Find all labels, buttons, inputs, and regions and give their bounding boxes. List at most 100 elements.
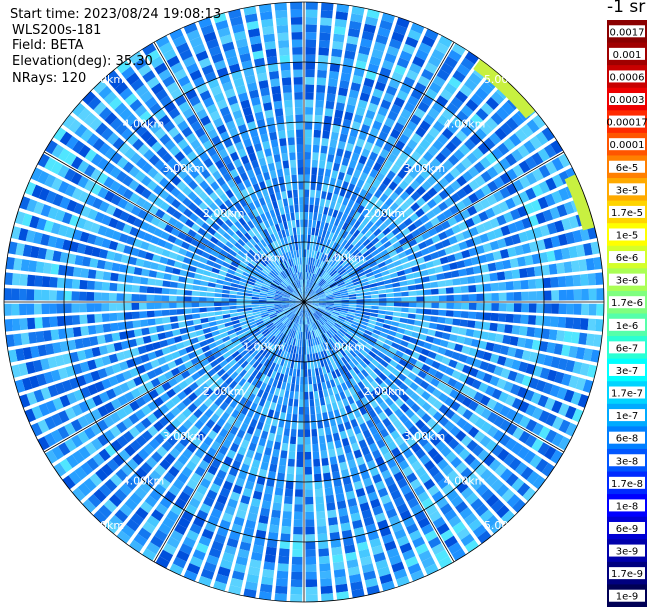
ppi-cell xyxy=(551,290,559,301)
ppi-cell xyxy=(304,331,306,340)
ppi-cell xyxy=(146,294,155,302)
ppi-cell xyxy=(519,268,528,278)
ppi-cell xyxy=(281,69,291,79)
ppi-cell xyxy=(453,310,462,318)
ppi-cell xyxy=(263,33,275,43)
ppi-cell xyxy=(305,99,314,108)
ppi-cell xyxy=(72,326,82,337)
ppi-cell xyxy=(305,474,313,482)
ppi-cell xyxy=(169,309,178,316)
ppi-cell xyxy=(399,317,408,324)
ppi-cell xyxy=(131,311,140,320)
ppi-cell xyxy=(543,290,552,301)
ppi-cell xyxy=(296,369,301,377)
ppi-cell xyxy=(316,220,321,229)
ppi-cell xyxy=(315,190,321,199)
ppi-cell xyxy=(259,11,273,21)
ppi-cell xyxy=(548,329,558,341)
ppi-cell xyxy=(548,263,558,275)
ppi-cell xyxy=(4,272,13,285)
ppi-cell xyxy=(280,450,288,459)
ppi-cell xyxy=(206,292,215,297)
ppi-cell xyxy=(339,461,348,471)
ppi-cell xyxy=(436,323,445,331)
ppi-cell xyxy=(305,47,316,55)
ppi-cell xyxy=(199,286,208,292)
ppi-cell xyxy=(398,322,407,329)
ppi-cell xyxy=(333,26,346,36)
ppi-cell xyxy=(300,219,304,228)
ppi-cell xyxy=(86,291,95,301)
ppi-cell xyxy=(301,339,304,347)
ppi-cell xyxy=(305,122,313,130)
ppi-cell xyxy=(498,282,507,291)
ppi-cell xyxy=(305,9,318,18)
ppi-cell xyxy=(56,290,65,301)
ppi-cell xyxy=(460,285,469,293)
ppi-cell xyxy=(317,540,329,550)
ppi-cell xyxy=(64,315,73,326)
ppi-cell xyxy=(236,295,245,299)
ppi-cell xyxy=(314,488,324,497)
ppi-cell xyxy=(336,148,344,157)
ppi-cell xyxy=(291,564,303,572)
ppi-cell xyxy=(293,77,303,85)
ppi-cell xyxy=(314,481,323,490)
ppi-cell xyxy=(320,578,333,587)
ppi-cell xyxy=(304,444,311,452)
ppi-cell xyxy=(72,267,82,278)
colorbar-label: 3e-9 xyxy=(616,547,639,558)
ppi-cell xyxy=(192,285,201,291)
ppi-cell xyxy=(294,242,299,251)
ppi-cell xyxy=(284,205,290,214)
ppi-cell xyxy=(80,326,89,336)
ppi-cell xyxy=(163,273,172,281)
ppi-cell xyxy=(11,273,21,286)
ppi-cell xyxy=(333,303,342,306)
ppi-cell xyxy=(110,272,119,282)
ppi-cell xyxy=(504,270,513,280)
ppi-cell xyxy=(278,47,290,56)
ppi-cell xyxy=(405,273,414,280)
ppi-cell xyxy=(124,293,132,301)
ppi-cell xyxy=(337,423,345,433)
ppi-cell xyxy=(292,368,297,377)
ppi-cell xyxy=(423,302,432,308)
ppi-cell xyxy=(337,171,345,181)
ppi-cell xyxy=(487,332,497,342)
ppi-cell xyxy=(491,292,499,301)
ppi-cell xyxy=(271,509,281,519)
ppi-cell xyxy=(280,145,288,154)
ppi-cell xyxy=(307,234,311,243)
ppi-cell xyxy=(266,439,274,449)
ppi-cell xyxy=(290,360,295,369)
ppi-cell xyxy=(406,319,416,325)
ppi-cell xyxy=(102,323,112,333)
ppi-cell xyxy=(581,288,589,301)
colorbar-label: 6e-6 xyxy=(616,253,639,264)
ppi-cell xyxy=(222,310,230,315)
ppi-cell xyxy=(273,100,283,110)
ppi-cell xyxy=(362,288,371,293)
ppi-cell xyxy=(428,322,438,330)
ppi-cell xyxy=(307,242,310,250)
ppi-cell xyxy=(322,465,330,474)
ppi-cell xyxy=(430,309,439,316)
ppi-cell xyxy=(71,303,80,313)
colorbar-label: 1e-6 xyxy=(616,321,639,332)
colorbar-label: 0.0006 xyxy=(610,72,645,83)
ppi-cell xyxy=(293,399,299,407)
ppi-cell xyxy=(460,311,469,319)
ppi-cell xyxy=(260,507,270,517)
ppi-cell xyxy=(20,259,30,272)
ppi-cell xyxy=(197,335,206,342)
ppi-cell xyxy=(341,297,349,300)
ppi-cell xyxy=(34,303,42,315)
ppi-cell xyxy=(450,326,460,334)
ppi-cell xyxy=(269,463,278,473)
ppi-cell xyxy=(305,54,316,63)
ppi-cell xyxy=(578,259,588,272)
ppi-cell xyxy=(142,335,152,344)
ppi-cell xyxy=(297,167,304,175)
ppi-cell xyxy=(309,391,314,400)
